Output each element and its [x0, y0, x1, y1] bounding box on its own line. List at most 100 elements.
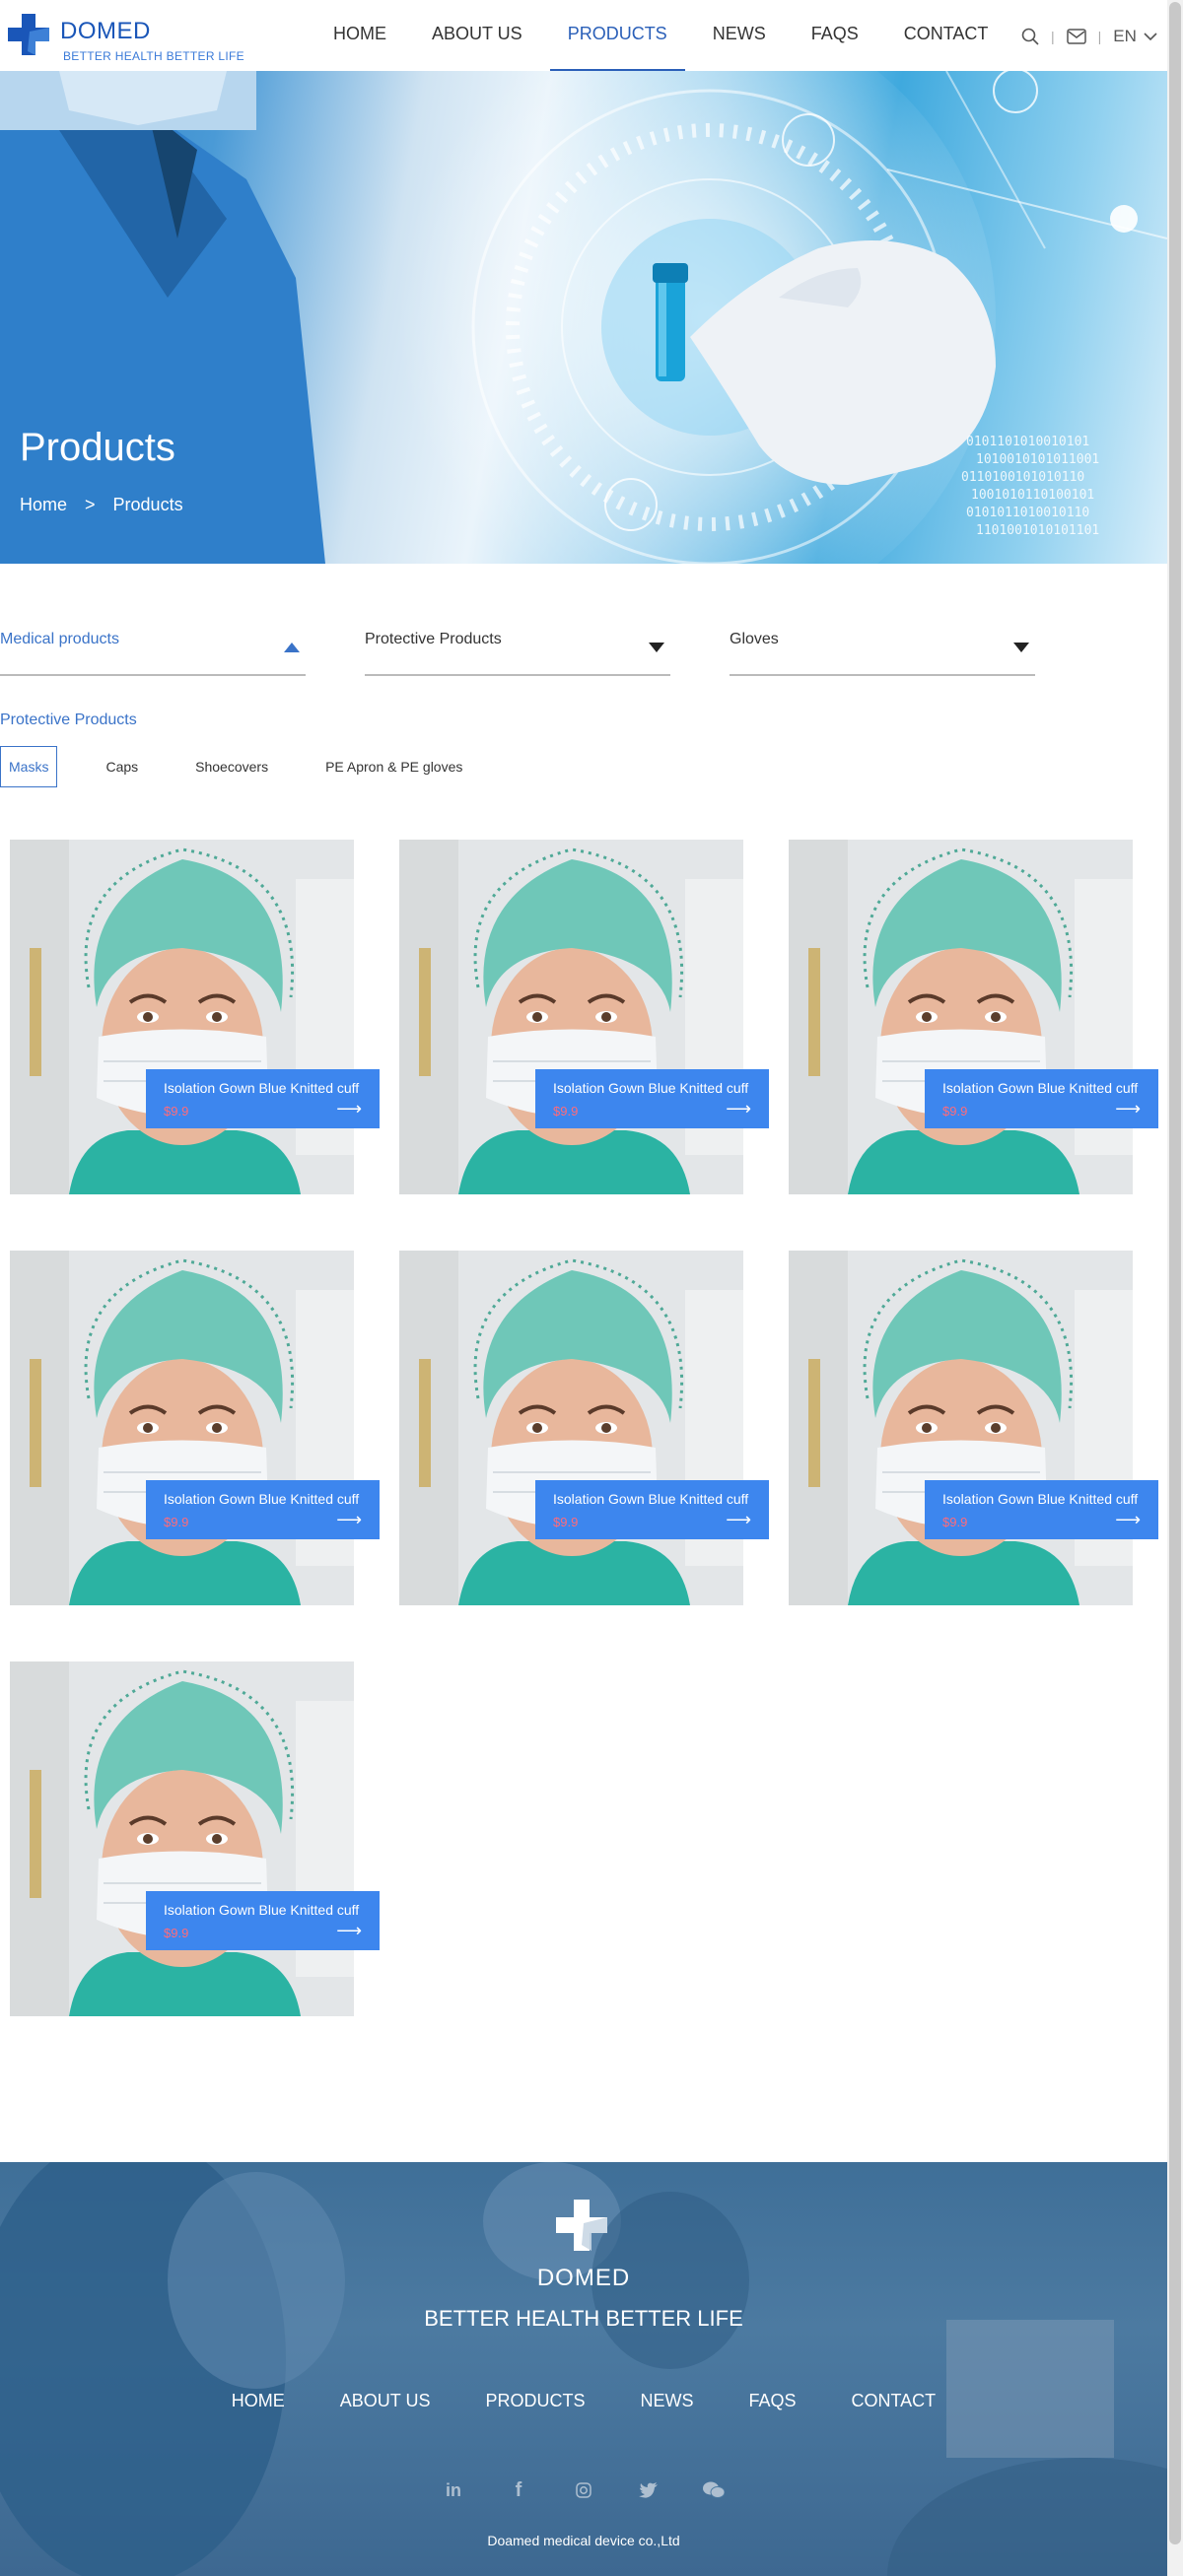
main-nav: HOME ABOUT US PRODUCTS NEWS FAQS CONTACT: [315, 0, 1015, 71]
breadcrumb-current: Products: [112, 495, 183, 514]
arrow-right-icon[interactable]: ⟶: [726, 1099, 751, 1119]
copyright: Doamed medical device co.,Ltd: [487, 2533, 680, 2548]
tab-shoecovers[interactable]: Shoecovers: [186, 746, 277, 787]
nav-contact[interactable]: CONTACT: [886, 0, 1007, 71]
tools-separator: |: [1051, 29, 1055, 44]
tools-separator: |: [1097, 29, 1102, 44]
arrow-right-icon[interactable]: ⟶: [1115, 1510, 1141, 1530]
page: DOMED BETTER HEALTH BETTER LIFE HOME ABO…: [0, 0, 1167, 2576]
page-title: Products: [20, 426, 175, 469]
footer-brand-name: DOMED: [536, 2265, 631, 2291]
scrollbar-thumb[interactable]: [1169, 2, 1181, 2544]
product-name: Isolation Gown Blue Knitted cuff: [942, 1491, 1139, 1507]
logo-cross-icon: [8, 14, 49, 55]
product-price: $9.9: [164, 1926, 189, 1940]
language-selector[interactable]: EN: [1113, 27, 1137, 46]
filter-label: Gloves: [730, 631, 779, 647]
logo-name: DOMED: [60, 18, 151, 44]
subcategory-tabs: Masks Caps Shoecovers PE Apron & PE glov…: [0, 746, 511, 787]
footer-tagline: BETTER HEALTH BETTER LIFE: [424, 2306, 743, 2331]
arrow-right-icon[interactable]: ⟶: [336, 1921, 362, 1941]
social-links: in f: [0, 2475, 1167, 2505]
mail-icon[interactable]: [1066, 29, 1086, 44]
arrow-right-icon[interactable]: ⟶: [1115, 1099, 1141, 1119]
twitter-icon[interactable]: [634, 2475, 663, 2505]
product-info-panel[interactable]: Isolation Gown Blue Knitted cuff $9.9 ⟶: [535, 1480, 769, 1539]
svg-text:0110100101010110: 0110100101010110: [961, 470, 1084, 485]
footer-nav-products[interactable]: PRODUCTS: [485, 2391, 585, 2411]
product-name: Isolation Gown Blue Knitted cuff: [164, 1080, 360, 1096]
arrow-right-icon[interactable]: ⟶: [336, 1510, 362, 1530]
footer-nav: HOME ABOUT US PRODUCTS NEWS FAQS CONTACT: [0, 2391, 1167, 2411]
product-name: Isolation Gown Blue Knitted cuff: [164, 1902, 360, 1918]
product-info-panel[interactable]: Isolation Gown Blue Knitted cuff $9.9 ⟶: [146, 1480, 380, 1539]
nav-faqs[interactable]: FAQS: [794, 0, 876, 71]
breadcrumb-home[interactable]: Home: [20, 495, 67, 515]
footer-nav-about-us[interactable]: ABOUT US: [340, 2391, 431, 2411]
logo[interactable]: DOMED BETTER HEALTH BETTER LIFE: [6, 10, 244, 65]
footer-nav-faqs[interactable]: FAQS: [749, 2391, 797, 2411]
product-name: Isolation Gown Blue Knitted cuff: [164, 1491, 360, 1507]
product-name: Isolation Gown Blue Knitted cuff: [942, 1080, 1139, 1096]
product-price: $9.9: [164, 1515, 189, 1529]
product-info-panel[interactable]: Isolation Gown Blue Knitted cuff $9.9 ⟶: [146, 1069, 380, 1128]
instagram-icon[interactable]: [569, 2475, 598, 2505]
product-image[interactable]: [399, 840, 743, 1194]
nav-home[interactable]: HOME: [315, 0, 404, 71]
wechat-icon[interactable]: [699, 2475, 729, 2505]
nav-products[interactable]: PRODUCTS: [549, 0, 685, 71]
product-info-panel[interactable]: Isolation Gown Blue Knitted cuff $9.9 ⟶: [146, 1891, 380, 1950]
tab-masks[interactable]: Masks: [0, 746, 58, 787]
product-image[interactable]: [10, 1251, 354, 1605]
product-image[interactable]: [789, 1251, 1133, 1605]
filter-protective-products[interactable]: Protective Products: [365, 623, 670, 676]
header-tools: | | EN: [1021, 22, 1158, 51]
search-icon[interactable]: [1021, 28, 1039, 45]
product-price: $9.9: [553, 1515, 579, 1529]
filter-label: Protective Products: [365, 631, 502, 647]
category-title: Protective Products: [0, 712, 137, 728]
product-image[interactable]: [789, 840, 1133, 1194]
product-image[interactable]: [10, 840, 354, 1194]
product-image[interactable]: [10, 1661, 354, 2016]
tab-caps[interactable]: Caps: [97, 746, 147, 787]
tab-pe-apron-gloves[interactable]: PE Apron & PE gloves: [316, 746, 471, 787]
product-card[interactable]: Isolation Gown Blue Knitted cuff $9.9 ⟶: [0, 840, 384, 1196]
product-card[interactable]: Isolation Gown Blue Knitted cuff $9.9 ⟶: [389, 840, 774, 1196]
facebook-icon[interactable]: f: [504, 2475, 533, 2505]
arrow-right-icon[interactable]: ⟶: [336, 1099, 362, 1119]
product-card[interactable]: Isolation Gown Blue Knitted cuff $9.9 ⟶: [389, 1251, 774, 1607]
banner-illustration: 0101101010010101 1010010101011001 011010…: [0, 71, 1167, 564]
triangle-down-icon: [649, 643, 664, 652]
product-info-panel[interactable]: Isolation Gown Blue Knitted cuff $9.9 ⟶: [925, 1069, 1158, 1128]
breadcrumb-separator: >: [85, 495, 96, 514]
page-banner: 0101101010010101 1010010101011001 011010…: [0, 71, 1167, 564]
site-footer: DOMED BETTER HEALTH BETTER LIFE HOME ABO…: [0, 2162, 1167, 2576]
arrow-right-icon[interactable]: ⟶: [726, 1510, 751, 1530]
product-card[interactable]: Isolation Gown Blue Knitted cuff $9.9 ⟶: [779, 1251, 1163, 1607]
nav-news[interactable]: NEWS: [695, 0, 784, 71]
footer-nav-contact[interactable]: CONTACT: [852, 2391, 937, 2411]
footer-nav-home[interactable]: HOME: [232, 2391, 285, 2411]
product-price: $9.9: [942, 1515, 968, 1529]
triangle-down-icon: [1013, 643, 1029, 652]
svg-text:0101011010010110: 0101011010010110: [966, 506, 1089, 520]
product-card[interactable]: Isolation Gown Blue Knitted cuff $9.9 ⟶: [779, 840, 1163, 1196]
chevron-down-icon[interactable]: [1143, 31, 1158, 42]
product-info-panel[interactable]: Isolation Gown Blue Knitted cuff $9.9 ⟶: [535, 1069, 769, 1128]
product-price: $9.9: [553, 1104, 579, 1119]
product-name: Isolation Gown Blue Knitted cuff: [553, 1491, 749, 1507]
product-image[interactable]: [399, 1251, 743, 1605]
nav-about-us[interactable]: ABOUT US: [414, 0, 540, 71]
product-price: $9.9: [942, 1104, 968, 1119]
svg-text:1101001010101101: 1101001010101101: [976, 523, 1099, 538]
product-card[interactable]: Isolation Gown Blue Knitted cuff $9.9 ⟶: [0, 1661, 384, 2018]
product-info-panel[interactable]: Isolation Gown Blue Knitted cuff $9.9 ⟶: [925, 1480, 1158, 1539]
filter-medical-products[interactable]: Medical products: [0, 623, 306, 676]
filter-gloves[interactable]: Gloves: [730, 623, 1035, 676]
product-card[interactable]: Isolation Gown Blue Knitted cuff $9.9 ⟶: [0, 1251, 384, 1607]
footer-nav-news[interactable]: NEWS: [641, 2391, 694, 2411]
linkedin-icon[interactable]: in: [439, 2475, 468, 2505]
svg-text:0101101010010101: 0101101010010101: [966, 435, 1089, 449]
logo-tagline: BETTER HEALTH BETTER LIFE: [63, 49, 244, 63]
